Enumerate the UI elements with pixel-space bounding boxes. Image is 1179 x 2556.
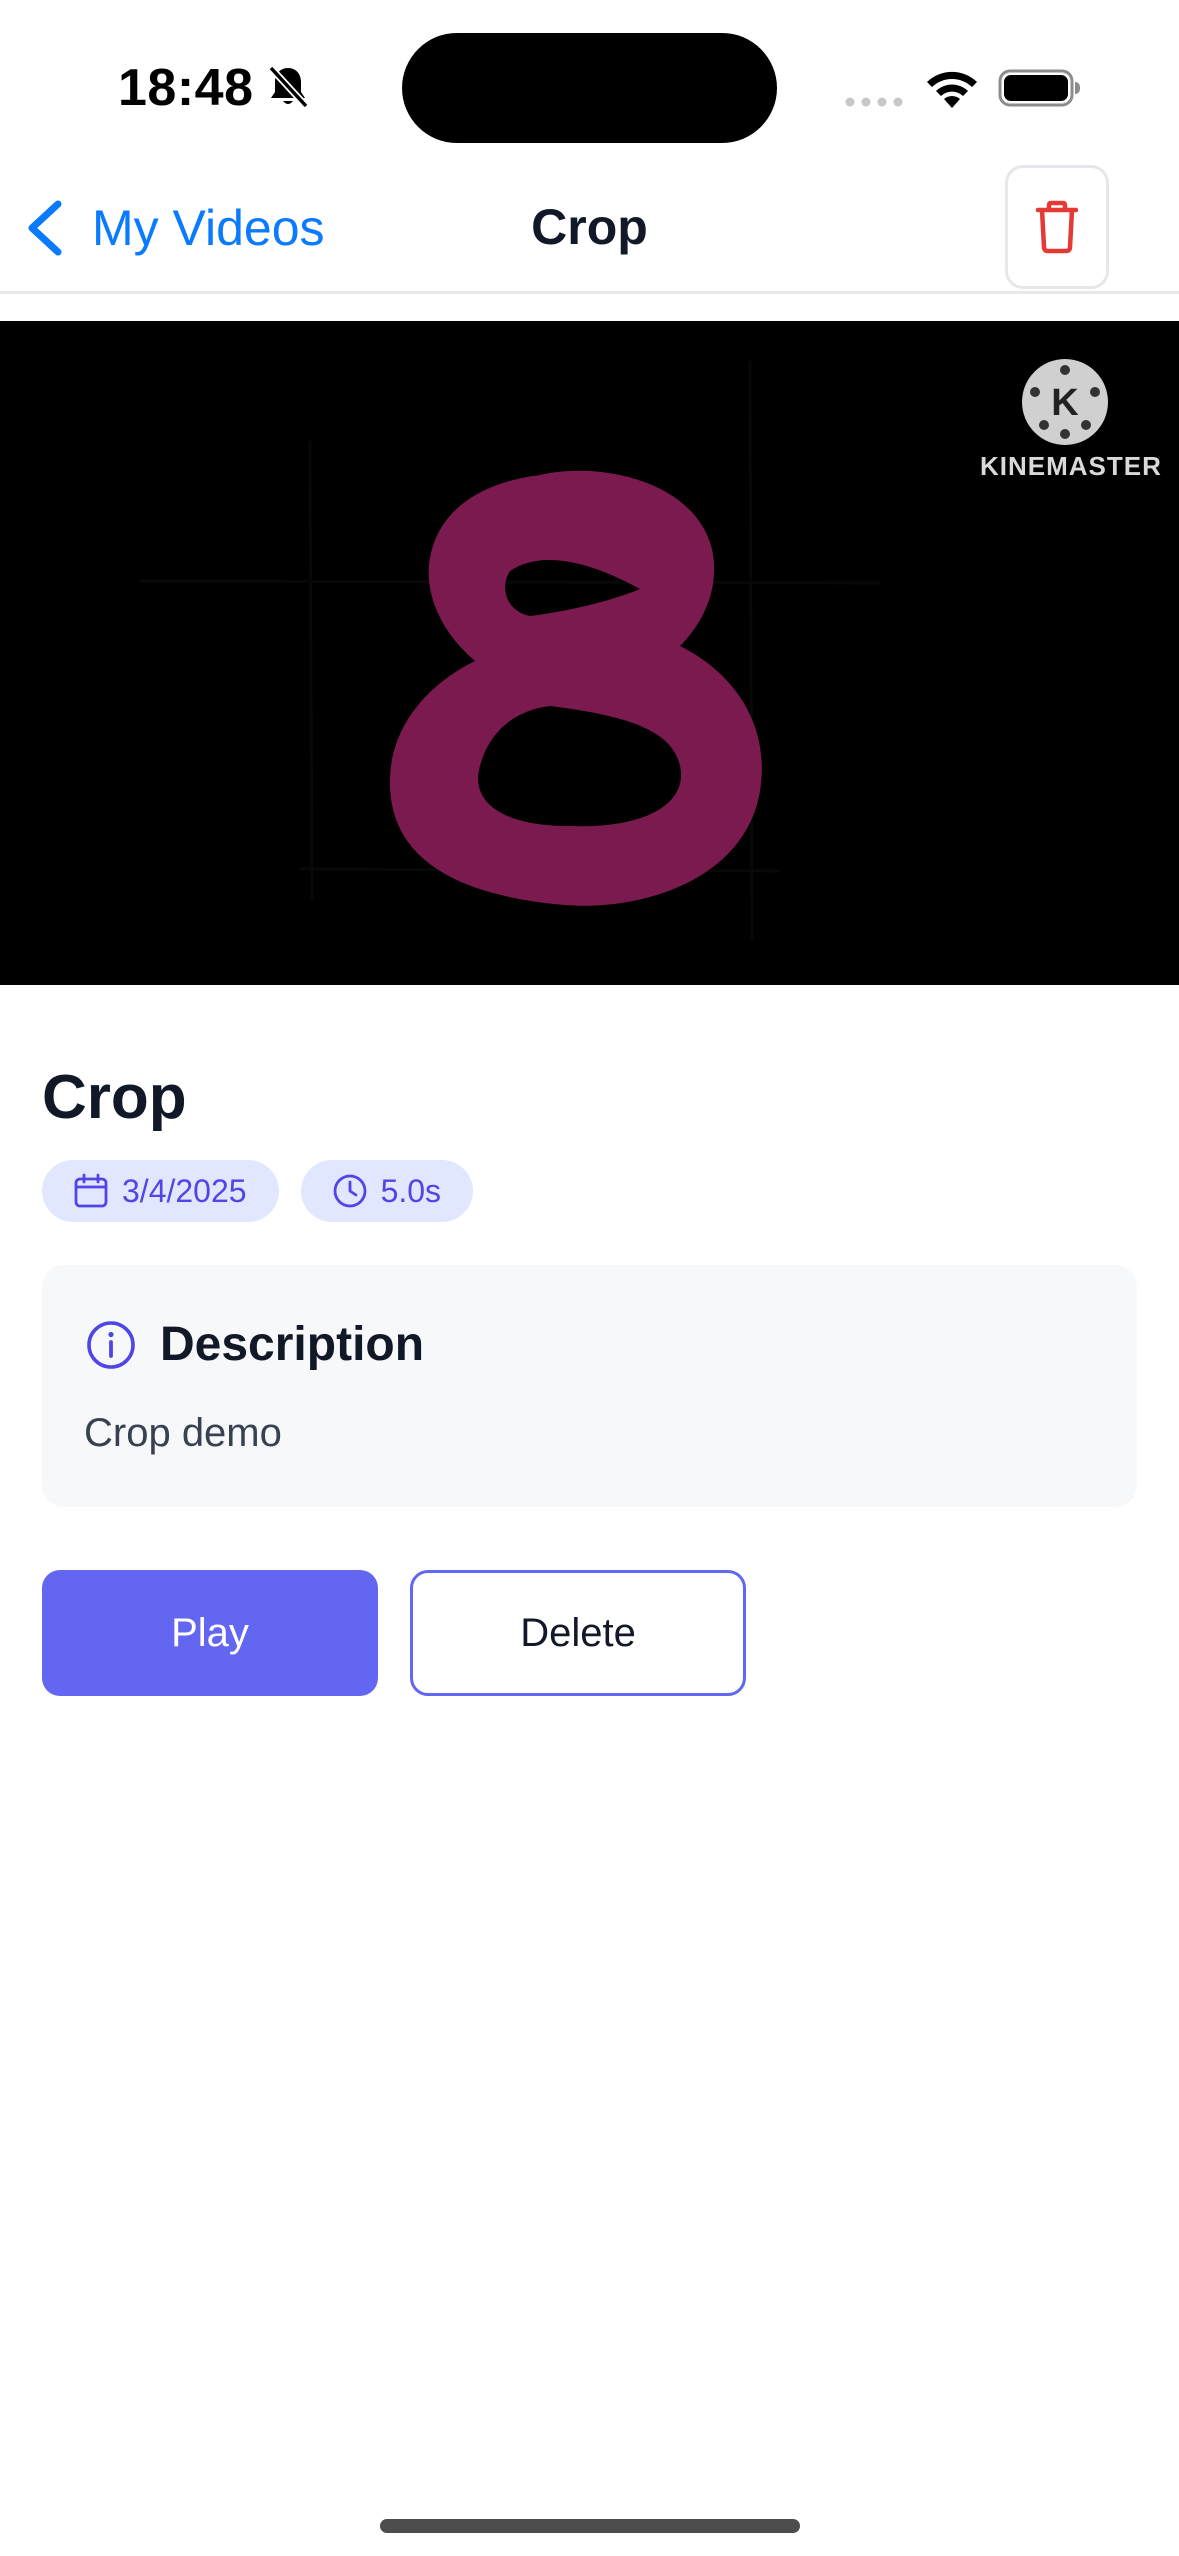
info-circle-icon [87,1320,135,1369]
kinemaster-logo: K [1022,359,1108,445]
wifi-icon [927,71,977,108]
cellular-signal-icon [845,97,903,107]
calendar-icon [74,1173,108,1208]
nav-title: Crop [531,199,648,255]
delete-toolbar-button[interactable] [1005,165,1109,289]
action-buttons: Play Delete [42,1570,746,1696]
video-player[interactable]: K KINEMASTER [0,321,1179,985]
video-frame-figure-eight [0,321,1179,985]
navigation-bar: My Videos Crop [0,160,1179,294]
duration-badge: 5.0s [300,1160,474,1222]
date-text: 3/4/2025 [122,1172,247,1209]
kinemaster-logo-letter: K [1051,382,1079,424]
metadata-badges: 3/4/2025 5.0s [42,1160,474,1222]
dynamic-island [402,33,777,143]
date-badge: 3/4/2025 [42,1160,279,1222]
clock-icon [333,1174,366,1208]
description-text: Crop demo [84,1411,282,1455]
duration-text: 5.0s [380,1172,442,1209]
video-title: Crop [42,1063,187,1132]
description-card: Description Crop demo [42,1265,1137,1507]
description-heading: Description [160,1318,425,1371]
battery-icon [998,69,1080,107]
kinemaster-watermark: KINEMASTER [980,451,1162,481]
status-time: 18:48 [118,59,254,117]
description-header: Description [84,1317,424,1372]
bell-slash-icon [268,65,309,109]
home-indicator[interactable] [380,2519,800,2533]
status-bar: 18:48 [0,0,1179,160]
delete-button[interactable]: Delete [410,1570,746,1696]
trash-icon [1035,200,1079,254]
play-button[interactable]: Play [42,1570,378,1696]
